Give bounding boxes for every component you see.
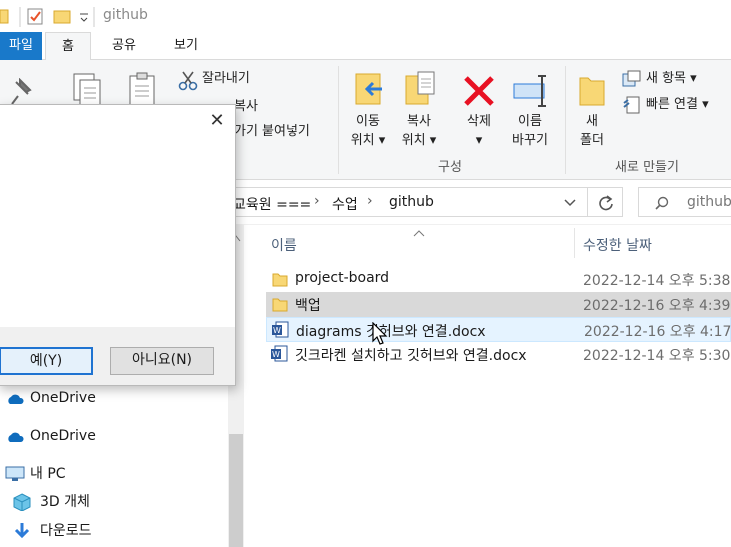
tab-home[interactable]: 홈 xyxy=(45,32,91,61)
file-row[interactable]: W 깃크라켄 설치하고 깃허브와 연결.docx 2022-12-14 오후 5… xyxy=(266,342,731,367)
nav-item-this-pc[interactable]: 내 PC xyxy=(0,460,228,488)
search-input[interactable]: github xyxy=(638,187,731,217)
ribbon-tabs: 파일 홈 공유 보기 xyxy=(0,32,731,61)
delete-label: 삭제 xyxy=(467,114,491,129)
breadcrumb-item[interactable]: github xyxy=(389,194,434,210)
rename-label: 이름 xyxy=(518,114,542,129)
nav-label: OneDrive xyxy=(30,428,96,444)
refresh-icon xyxy=(599,195,613,211)
nav-label: OneDrive xyxy=(30,390,96,406)
no-button[interactable]: 아니요(N) xyxy=(110,347,214,375)
nav-item-3d-objects[interactable]: 3D 개체 xyxy=(0,488,228,516)
confirm-dialog: ✕ 예(Y) 아니요(N) xyxy=(0,104,236,386)
copy-icon[interactable] xyxy=(70,72,104,108)
column-header-name[interactable]: 이름 xyxy=(271,235,297,255)
copy-folder-icon xyxy=(405,71,435,105)
scissors-icon[interactable] xyxy=(178,71,198,91)
cut-button[interactable]: 잘라내기 xyxy=(202,69,250,88)
breadcrumb-item[interactable]: 교육원 === xyxy=(233,194,311,214)
chevron-down-icon[interactable] xyxy=(563,198,577,208)
paste-shortcut-button[interactable]: 가기 붙여넣기 xyxy=(234,122,310,141)
new-item-icon xyxy=(622,70,641,87)
paste-icon[interactable] xyxy=(126,72,160,108)
move-to-label: 이동 xyxy=(356,114,380,129)
move-to-button[interactable]: 이동 위치 ▾ xyxy=(344,68,392,160)
address-input[interactable]: 교육원 === › 수업 › github xyxy=(228,187,588,217)
computer-icon xyxy=(5,466,25,481)
rename-label-2: 바꾸기 xyxy=(512,133,548,148)
file-name: diagrams 깃허브와 연결.docx xyxy=(296,324,486,340)
nav-label: 다운로드 xyxy=(40,523,92,539)
file-date: 2022-12-16 오후 4:17 xyxy=(584,324,731,340)
word-document-icon: W xyxy=(271,345,288,362)
easy-access-button[interactable]: 빠른 연결 ▾ xyxy=(646,95,709,114)
breadcrumb-separator-icon: › xyxy=(367,193,373,209)
breadcrumb-item[interactable]: 수업 xyxy=(332,194,358,214)
svg-text:W: W xyxy=(272,350,280,359)
move-to-label-2: 위치 ▾ xyxy=(350,133,386,148)
new-group-label: 새로 만들기 xyxy=(615,160,679,175)
move-folder-icon xyxy=(355,73,382,105)
tab-share[interactable]: 공유 xyxy=(100,32,148,60)
cloud-icon xyxy=(8,394,24,404)
copy-to-label: 복사 xyxy=(407,114,431,129)
cloud-icon xyxy=(8,432,24,442)
download-icon xyxy=(14,523,30,539)
ribbon-separator xyxy=(565,66,566,174)
refresh-button[interactable] xyxy=(587,187,623,217)
delete-icon xyxy=(464,76,494,106)
mouse-cursor-icon xyxy=(372,322,388,345)
dialog-body xyxy=(0,135,235,337)
delete-label-2: ▾ xyxy=(475,133,483,148)
copy-to-button[interactable]: 복사 위치 ▾ xyxy=(394,68,444,160)
folder-icon xyxy=(272,298,288,312)
tab-file[interactable]: 파일 xyxy=(0,32,42,60)
new-folder-icon xyxy=(579,77,605,106)
new-folder-label-2: 폴더 xyxy=(580,133,604,148)
rename-button[interactable]: 이름 바꾸기 xyxy=(504,68,556,160)
file-date: 2022-12-16 오후 4:39 xyxy=(583,298,731,314)
sort-up-icon xyxy=(413,230,425,237)
nav-label: 내 PC xyxy=(30,466,66,482)
folder-icon xyxy=(272,273,288,287)
nav-scrollbar-thumb[interactable] xyxy=(229,434,243,547)
column-header-date[interactable]: 수정한 날짜 xyxy=(583,235,652,255)
organize-group-label: 구성 xyxy=(438,160,462,175)
title-bar: github xyxy=(0,0,731,32)
ribbon-separator xyxy=(338,66,339,174)
file-row-hover[interactable]: W diagrams 깃허브와 연결.docx 2022-12-16 오후 4:… xyxy=(266,317,731,342)
yes-button[interactable]: 예(Y) xyxy=(0,347,93,375)
copy-path-button[interactable]: 복사 xyxy=(234,97,258,116)
file-row-selected[interactable]: 백업 2022-12-16 오후 4:39 xyxy=(266,292,731,317)
nav-item-onedrive[interactable]: OneDrive xyxy=(0,422,228,450)
new-item-button[interactable]: 새 항목 ▾ xyxy=(646,69,697,88)
search-placeholder: github xyxy=(687,194,731,210)
new-folder-button[interactable]: 새 폴더 xyxy=(572,68,612,160)
window-title: github xyxy=(103,7,148,23)
breadcrumb-separator-icon: › xyxy=(314,193,320,209)
file-row[interactable]: project-board 2022-12-14 오후 5:38 xyxy=(266,267,731,292)
nav-item-downloads[interactable]: 다운로드 xyxy=(0,517,228,545)
file-name: 깃크라켄 설치하고 깃허브와 연결.docx xyxy=(295,348,527,364)
new-folder-label: 새 xyxy=(586,114,598,129)
rename-icon xyxy=(513,75,546,107)
nav-item-onedrive[interactable]: OneDrive xyxy=(0,384,228,412)
file-name: 백업 xyxy=(295,298,321,314)
cube-icon xyxy=(13,493,31,511)
quick-access-toolbar[interactable] xyxy=(0,7,100,27)
file-name: project-board xyxy=(295,270,390,286)
file-date: 2022-12-14 오후 5:38 xyxy=(583,273,731,289)
search-icon xyxy=(655,196,669,210)
nav-label: 3D 개체 xyxy=(40,494,90,510)
svg-text:W: W xyxy=(273,326,281,335)
column-divider xyxy=(574,228,575,258)
delete-button[interactable]: 삭제 ▾ xyxy=(458,68,500,160)
file-date: 2022-12-14 오후 5:30 xyxy=(583,348,731,364)
easy-access-icon xyxy=(623,96,640,114)
tab-view[interactable]: 보기 xyxy=(160,32,212,60)
copy-to-label-2: 위치 ▾ xyxy=(401,133,437,148)
word-document-icon: W xyxy=(272,321,289,338)
close-icon[interactable]: ✕ xyxy=(205,109,229,133)
